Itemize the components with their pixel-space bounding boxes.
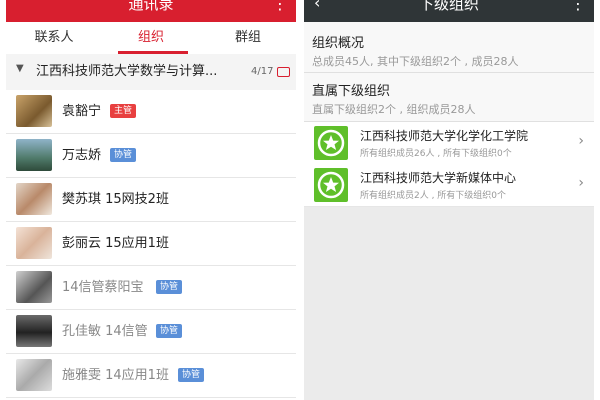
list-item[interactable]: 袁豁宁 主管 [6,90,296,134]
member-name: 袁豁宁 [62,104,102,119]
member-name: 彭丽云 15应用1班 [62,236,169,251]
overview-summary: 总成员45人, 其中下级组织2个 , 成员28人 [312,55,519,68]
org-group-count: 4/17 [251,66,274,77]
chat-icon[interactable] [277,67,290,77]
direct-sub-orgs: 直属下级组织 直属下级组织2个 , 组织成员28人 [304,73,594,122]
list-item[interactable]: 彭丽云 15应用1班 [6,222,296,266]
sub-org-screen: ‹ 下级组织 ⋮ 组织概况 总成员45人, 其中下级组织2个 , 成员28人 直… [304,0,594,400]
member-name: 14信管蔡阳宝 [62,280,144,295]
org-info: 所有组织成员2人 , 所有下级组织0个 [360,191,507,201]
chevron-right-icon: › [578,133,584,149]
member-name: 孔佳敏 14信管 [62,324,148,339]
triangle-down-icon: ▼ [16,63,24,74]
org-item[interactable]: 江西科技师范大学新媒体中心 所有组织成员2人 , 所有下级组织0个 › [304,164,594,207]
more-vertical-icon[interactable]: ⋮ [272,0,288,13]
contacts-screen: 通讯录 ⋮ 联系人 组织 群组 ▼ 江西科技师范大学数学与计算... 4/17 … [6,0,296,400]
direct-title: 直属下级组织 [312,84,391,99]
direct-summary: 直属下级组织2个 , 组织成员28人 [312,103,476,116]
overview-title: 组织概况 [312,36,365,51]
avatar [16,95,52,127]
member-name: 樊苏琪 15网技2班 [62,192,169,207]
page-title: 下级组织 [418,0,479,13]
org-overview: 组织概况 总成员45人, 其中下级组织2个 , 成员28人 [304,22,594,73]
avatar [16,139,52,171]
member-name: 施雅雯 14应用1班 [62,368,169,383]
avatar [16,227,52,259]
role-badge: 协管 [178,368,205,382]
more-vertical-icon[interactable]: ⋮ [570,0,586,13]
list-item[interactable]: 施雅雯 14应用1班 协管 [6,354,296,398]
role-badge: 主管 [110,104,137,118]
role-badge: 协管 [156,280,183,294]
list-item[interactable]: 14信管蔡阳宝 协管 [6,266,296,310]
org-name: 江西科技师范大学新媒体中心 [360,171,517,185]
list-item[interactable]: 万志娇 协管 [6,134,296,178]
avatar [16,271,52,303]
contacts-app-bar: 通讯录 ⋮ [6,0,296,22]
page-title: 通讯录 [128,0,174,13]
star-badge-icon [314,168,348,202]
chevron-right-icon: › [578,175,584,191]
tab-groups[interactable]: 群组 [200,22,296,54]
sub-org-app-bar: ‹ 下级组织 ⋮ [304,0,594,22]
role-badge: 协管 [156,324,183,338]
org-name: 江西科技师范大学化学化工学院 [360,129,529,143]
tab-organization[interactable]: 组织 [103,22,199,54]
org-group-name: 江西科技师范大学数学与计算... [36,64,218,79]
avatar [16,359,52,391]
member-name: 万志娇 [62,148,102,163]
star-badge-icon [314,126,348,160]
role-badge: 协管 [110,148,137,162]
list-item[interactable]: 樊苏琪 15网技2班 [6,178,296,222]
avatar [16,315,52,347]
tab-contacts[interactable]: 联系人 [6,22,102,54]
org-info: 所有组织成员26人 , 所有下级组织0个 [360,149,512,159]
org-item[interactable]: 江西科技师范大学化学化工学院 所有组织成员26人 , 所有下级组织0个 › [304,122,594,165]
list-item[interactable]: 孔佳敏 14信管 协管 [6,310,296,354]
org-group-header[interactable]: ▼ 江西科技师范大学数学与计算... 4/17 [6,54,296,90]
avatar [16,183,52,215]
